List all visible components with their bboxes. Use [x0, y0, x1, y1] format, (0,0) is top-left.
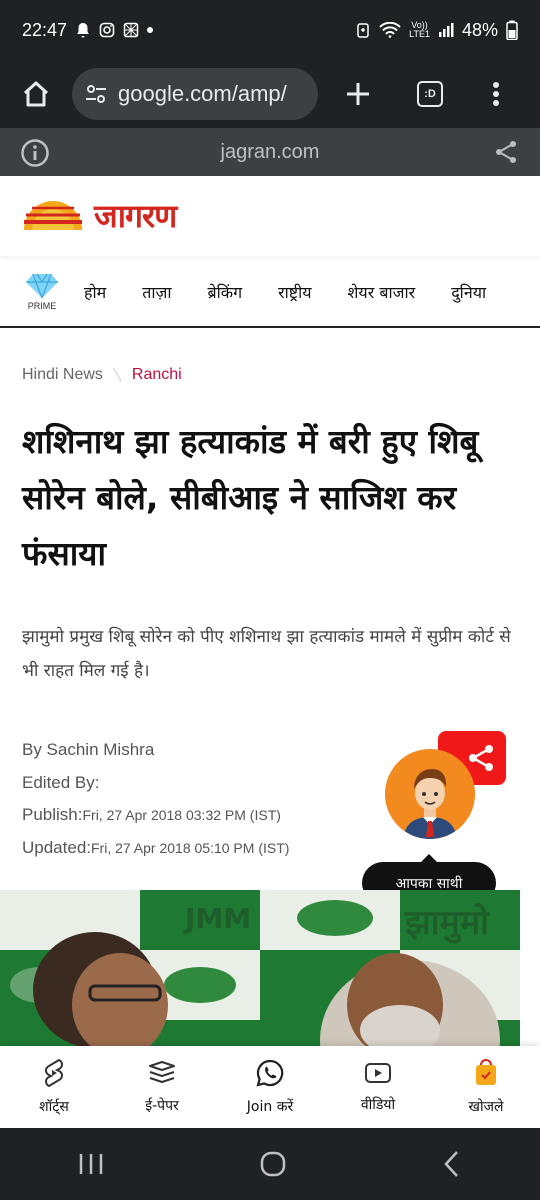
bottom-nav-label: ई-पेपर	[145, 1097, 179, 1114]
plus-icon	[347, 83, 369, 105]
logo-text: जागरण	[94, 197, 177, 235]
press-conference-photo: JMM झामुमो	[0, 890, 520, 1050]
jmm-hindi-banner-text: झामुमो	[404, 902, 490, 944]
breadcrumb-current[interactable]: Ranchi	[132, 366, 182, 384]
nav-item-breaking[interactable]: ब्रेकिंग	[208, 281, 243, 303]
bottom-nav-video[interactable]: वीडियो	[324, 1046, 432, 1128]
updated-line: Updated:Fri, 27 Apr 2018 05:10 PM (IST)	[22, 832, 289, 865]
updated-date: Fri, 27 Apr 2018 05:10 PM (IST)	[91, 839, 290, 856]
prime-label: PRIME	[27, 301, 57, 311]
category-nav: PRIME होम ताज़ा ब्रेकिंग राष्ट्रीय शेयर …	[0, 258, 540, 328]
updated-label: Updated:	[22, 837, 91, 857]
breadcrumb-home[interactable]: Hindi News	[22, 366, 103, 384]
jmm-banner-text: JMM	[183, 902, 251, 935]
rising-sun-logo-icon	[24, 201, 82, 230]
publish-label: Publish:	[22, 805, 83, 824]
diamond-icon	[26, 273, 58, 299]
whatsapp-icon	[256, 1059, 284, 1087]
bottom-nav-label: Join करें	[246, 1098, 294, 1115]
breadcrumb: Hindi News Ranchi	[22, 366, 182, 384]
nav-item-share-market[interactable]: शेयर बाजार	[348, 281, 416, 303]
assistant-avatar-button[interactable]	[385, 749, 475, 839]
publish-line: Publish:Fri, 27 Apr 2018 03:32 PM (IST)	[22, 799, 289, 832]
article-meta: By Sachin Mishra Edited By: Publish:Fri,…	[22, 734, 289, 864]
tab-switcher-button[interactable]: :D	[406, 70, 454, 118]
tab-count: :D	[417, 81, 443, 107]
status-time: 22:47	[22, 19, 68, 40]
author-byline[interactable]: By Sachin Mishra	[22, 734, 289, 767]
bottom-nav-shorts[interactable]: शॉर्ट्स	[0, 1046, 108, 1128]
more-vert-icon	[493, 82, 499, 106]
article-headline: शशिनाथ झा हत्याकांड में बरी हुए शिबू सोर…	[22, 422, 479, 573]
site-settings-icon[interactable]	[84, 82, 108, 106]
amp-domain: jagran.com	[220, 140, 320, 163]
amp-viewer-bar: jagran.com	[0, 128, 540, 176]
article-summary: झामुमो प्रमुख शिबू सोरेन को पीए शशिनाथ झ…	[22, 627, 511, 681]
back-icon[interactable]	[440, 1149, 464, 1179]
nav-item-home[interactable]: होम	[84, 281, 106, 303]
jagran-logo[interactable]: जागरण	[22, 197, 177, 235]
bottom-nav-label: वीडियो	[360, 1096, 396, 1113]
nav-item-world[interactable]: दुनिया	[451, 281, 486, 303]
bottom-nav-khojle[interactable]: खोजले	[432, 1046, 540, 1128]
bottom-nav-label: खोजले	[468, 1098, 504, 1115]
assistant-avatar-icon	[385, 749, 475, 839]
site-header: जागरण	[0, 176, 540, 256]
bottom-nav-join[interactable]: Join करें	[216, 1046, 324, 1128]
article-image[interactable]: JMM झामुमो	[0, 890, 520, 1050]
video-play-icon	[365, 1062, 391, 1083]
prime-link[interactable]: PRIME	[24, 273, 60, 311]
bottom-nav-label: शॉर्ट्स	[39, 1098, 69, 1115]
battery-percent: 48%	[461, 19, 498, 40]
battery-icon	[506, 20, 518, 40]
bottom-nav-bar: शॉर्ट्स ई-पेपर Join करें वीडियो खोजले	[0, 1046, 540, 1128]
home-circle-icon[interactable]	[258, 1149, 288, 1179]
bottom-nav-epaper[interactable]: ई-पेपर	[108, 1046, 216, 1128]
info-icon[interactable]	[20, 138, 50, 168]
system-nav-bar	[0, 1128, 540, 1200]
khojle-shopping-icon	[476, 1058, 496, 1085]
nav-item-national[interactable]: राष्ट्रीय	[278, 281, 311, 303]
publish-date: Fri, 27 Apr 2018 03:32 PM (IST)	[82, 807, 281, 823]
volte-label: Vo)) LTE1	[409, 20, 430, 39]
share-icon[interactable]	[494, 140, 518, 164]
share-icon	[469, 745, 493, 771]
home-button[interactable]	[14, 72, 58, 116]
gallery-app-icon	[123, 22, 139, 38]
new-tab-button[interactable]	[334, 70, 382, 118]
url-text: google.com/amp/	[118, 81, 287, 106]
edited-by: Edited By:	[22, 772, 100, 792]
more-notifications-dot	[147, 27, 154, 33]
recent-apps-icon[interactable]	[76, 1151, 106, 1177]
home-icon	[23, 81, 49, 107]
wifi-icon	[379, 22, 401, 38]
notification-bell-icon	[77, 23, 90, 38]
signal-icon	[438, 23, 454, 37]
epaper-stack-icon	[149, 1060, 175, 1083]
instagram-icon	[99, 22, 115, 38]
browser-toolbar: google.com/amp/ :D	[0, 60, 540, 128]
browser-menu-button[interactable]	[472, 70, 520, 118]
shorts-icon	[45, 1058, 63, 1087]
battery-saver-icon	[357, 23, 369, 38]
breadcrumb-separator	[112, 367, 122, 383]
address-bar[interactable]: google.com/amp/	[72, 68, 318, 120]
nav-item-latest[interactable]: ताज़ा	[142, 281, 171, 303]
status-bar: 22:47 Vo)) LTE1 48%	[0, 0, 540, 60]
